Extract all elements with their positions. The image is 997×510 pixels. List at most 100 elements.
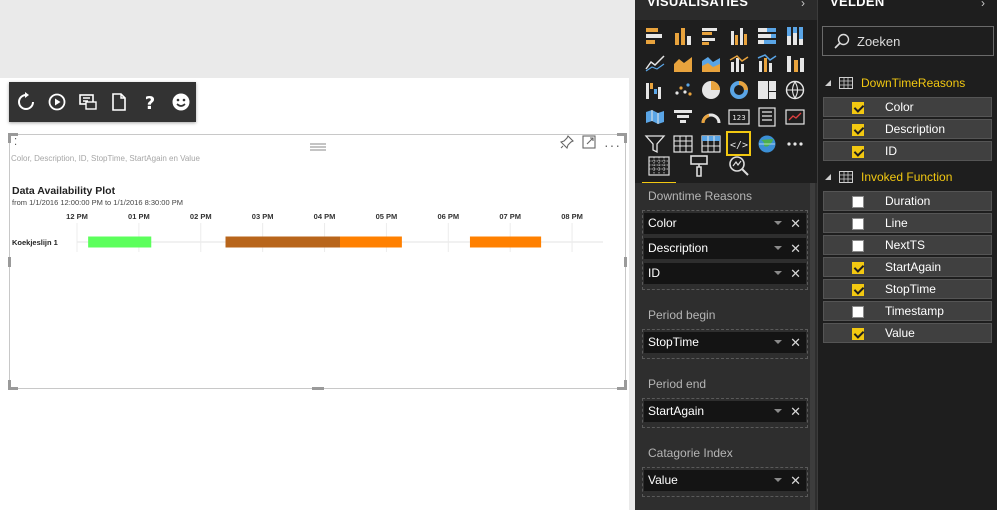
table-node[interactable]: DownTimeReasons [824,74,965,92]
stacked-area-icon[interactable] [699,51,722,74]
well-field-item[interactable]: StopTime ✕ [644,332,806,353]
visualizations-pane: VISUALISATIES › 123 </> Downtime Reasons C… [635,0,817,510]
area-chart-icon[interactable] [671,51,694,74]
dropdown-arrow-icon[interactable] [774,221,782,225]
expand-triangle-icon[interactable] [824,173,832,181]
smiley-icon[interactable] [170,91,192,113]
line-stacked-column-icon[interactable] [755,51,778,74]
export-icon[interactable] [108,91,130,113]
field-row[interactable]: Color [823,97,992,117]
field-name: NextTS [885,238,926,252]
svg-text:123: 123 [732,114,745,122]
funnel-icon[interactable] [671,105,694,128]
field-name: Duration [885,194,931,208]
resize-handle[interactable] [624,133,627,143]
stacked-bar-icon[interactable] [643,24,666,47]
donut-icon[interactable] [727,78,750,101]
well-field-item[interactable]: Description ✕ [644,238,806,259]
collapse-chevron-icon[interactable]: › [801,0,805,10]
resize-handle[interactable] [8,380,11,390]
field-checkbox[interactable] [852,146,864,158]
field-row[interactable]: Description [823,119,992,139]
treemap-icon[interactable] [755,78,778,101]
scatter-icon[interactable] [671,78,694,101]
dropdown-arrow-icon[interactable] [774,271,782,275]
100-bar-icon[interactable] [755,24,778,47]
field-row[interactable]: NextTS [823,235,992,255]
time-tick-label: 01 PM [128,212,150,221]
field-checkbox[interactable] [852,262,864,274]
remove-field-icon[interactable]: ✕ [790,332,801,353]
well-field-item[interactable]: StartAgain ✕ [644,401,806,422]
dropdown-arrow-icon[interactable] [774,246,782,250]
remove-field-icon[interactable]: ✕ [790,213,801,234]
resize-handle[interactable] [624,380,627,390]
analytics-tab-icon[interactable] [728,155,750,177]
chat-icon[interactable] [77,91,99,113]
field-row[interactable]: Duration [823,191,992,211]
dropdown-arrow-icon[interactable] [774,409,782,413]
dropdown-arrow-icon[interactable] [774,478,782,482]
field-name: StopTime [885,282,936,296]
field-checkbox[interactable] [852,102,864,114]
well-field-label: Color [648,216,677,230]
clustered-column-icon[interactable] [727,24,750,47]
resize-handle[interactable] [312,387,324,390]
line-chart-icon[interactable] [643,51,666,74]
fields-tab-icon[interactable] [642,155,676,184]
line-column-icon[interactable] [727,51,750,74]
remove-field-icon[interactable]: ✕ [790,470,801,491]
well-field-item[interactable]: Value ✕ [644,470,806,491]
100-column-icon[interactable] [783,24,806,47]
well-field-item[interactable]: Color ✕ [644,213,806,234]
field-name: Value [885,326,915,340]
focus-mode-icon[interactable] [582,135,596,154]
pie-icon[interactable] [699,78,722,101]
card-icon[interactable]: 123 [727,105,750,128]
play-icon[interactable] [46,91,68,113]
timeline-visual[interactable]: ⁚ ··· Color, Description, ID, StopTime, … [8,133,627,390]
resize-handle[interactable] [8,133,11,143]
well-field-item[interactable]: ID ✕ [644,263,806,284]
search-input[interactable] [857,32,987,50]
field-checkbox[interactable] [852,218,864,230]
field-row[interactable]: StartAgain [823,257,992,277]
field-row[interactable]: ID [823,141,992,161]
pin-icon[interactable] [559,135,574,154]
more-options-icon[interactable]: ··· [604,137,621,153]
map-icon[interactable] [783,78,806,101]
multirow-card-icon[interactable] [755,105,778,128]
stacked-column-icon[interactable] [671,24,694,47]
waterfall-icon[interactable] [643,78,666,101]
field-row[interactable]: Value [823,323,992,343]
table-node[interactable]: Invoked Function [824,168,952,186]
field-checkbox[interactable] [852,196,864,208]
field-checkbox[interactable] [852,240,864,252]
field-checkbox[interactable] [852,306,864,318]
expand-triangle-icon[interactable] [824,79,832,87]
gauge-icon[interactable] [699,105,722,128]
remove-field-icon[interactable]: ✕ [790,238,801,259]
field-checkbox[interactable] [852,124,864,136]
downtime-segment [88,236,152,248]
field-checkbox[interactable] [852,328,864,340]
field-row[interactable]: Line [823,213,992,233]
format-tab-icon[interactable] [688,154,710,177]
remove-field-icon[interactable]: ✕ [790,401,801,422]
filled-map-icon[interactable] [643,105,666,128]
field-row[interactable]: Timestamp [823,301,992,321]
wells-scrollbar[interactable] [810,183,815,510]
help-icon[interactable]: ? [139,91,161,113]
remove-field-icon[interactable]: ✕ [790,263,801,284]
dropdown-arrow-icon[interactable] [774,340,782,344]
downtime-segment [340,236,402,248]
collapse-chevron-icon[interactable]: › [981,0,985,10]
field-row[interactable]: StopTime [823,279,992,299]
kpi-icon[interactable] [783,105,806,128]
ribbon-chart-icon[interactable] [783,51,806,74]
visualizations-title: VISUALISATIES [647,0,749,9]
drag-grip-icon[interactable] [310,138,326,156]
field-checkbox[interactable] [852,284,864,296]
refresh-icon[interactable] [15,91,37,113]
clustered-bar-icon[interactable] [699,24,722,47]
